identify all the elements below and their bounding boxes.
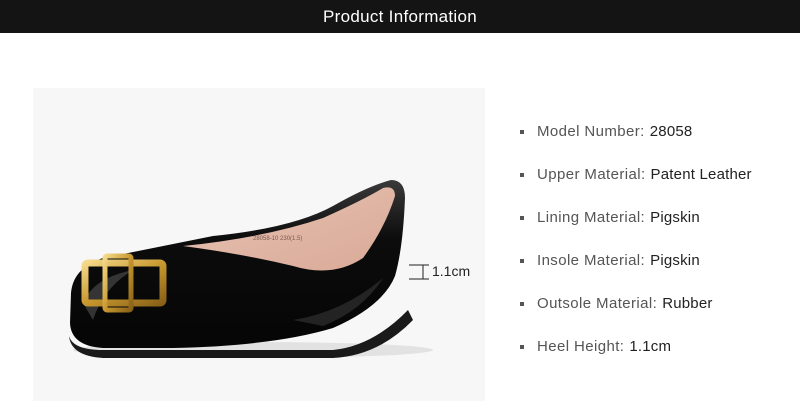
- bullet-icon: [520, 172, 524, 177]
- spec-upper-material: Upper Material: Patent Leather: [520, 153, 795, 196]
- spec-heel-height: Heel Height: 1.1cm: [520, 325, 795, 368]
- spec-outsole-material: Outsole Material: Rubber: [520, 282, 795, 325]
- spec-label: Lining Material:: [537, 209, 646, 226]
- bullet-icon: [520, 344, 524, 349]
- bullet-icon: [520, 258, 524, 263]
- spec-label: Upper Material:: [537, 166, 646, 183]
- heel-height-marker: 1.1cm: [405, 262, 485, 282]
- bullet-icon: [520, 129, 524, 134]
- spec-insole-material: Insole Material: Pigskin: [520, 239, 795, 282]
- bullet-icon: [520, 301, 524, 306]
- spec-list: Model Number: 28058 Upper Material: Pate…: [520, 110, 795, 368]
- product-photo: 28058-10 230(1.5): [33, 88, 485, 401]
- spec-value: Pigskin: [650, 252, 700, 269]
- spec-value: Patent Leather: [650, 166, 752, 183]
- spec-value: 28058: [649, 123, 693, 140]
- heel-height-label: 1.1cm: [432, 263, 471, 279]
- spec-label: Heel Height:: [537, 338, 625, 355]
- spec-value: Rubber: [662, 295, 713, 312]
- spec-model-number: Model Number: 28058: [520, 110, 795, 153]
- insole-print: 28058-10 230(1.5): [253, 236, 302, 242]
- spec-label: Outsole Material:: [537, 295, 658, 312]
- bullet-icon: [520, 215, 524, 220]
- shoe-illustration: 28058-10 230(1.5): [69, 180, 433, 358]
- spec-label: Insole Material:: [537, 252, 646, 269]
- spec-label: Model Number:: [537, 123, 645, 140]
- spec-value: Pigskin: [650, 209, 700, 226]
- page-title: Product Information: [322, 6, 478, 26]
- spec-value: 1.1cm: [629, 338, 672, 355]
- spec-lining-material: Lining Material: Pigskin: [520, 196, 795, 239]
- header-bar: Product Information: [0, 0, 800, 33]
